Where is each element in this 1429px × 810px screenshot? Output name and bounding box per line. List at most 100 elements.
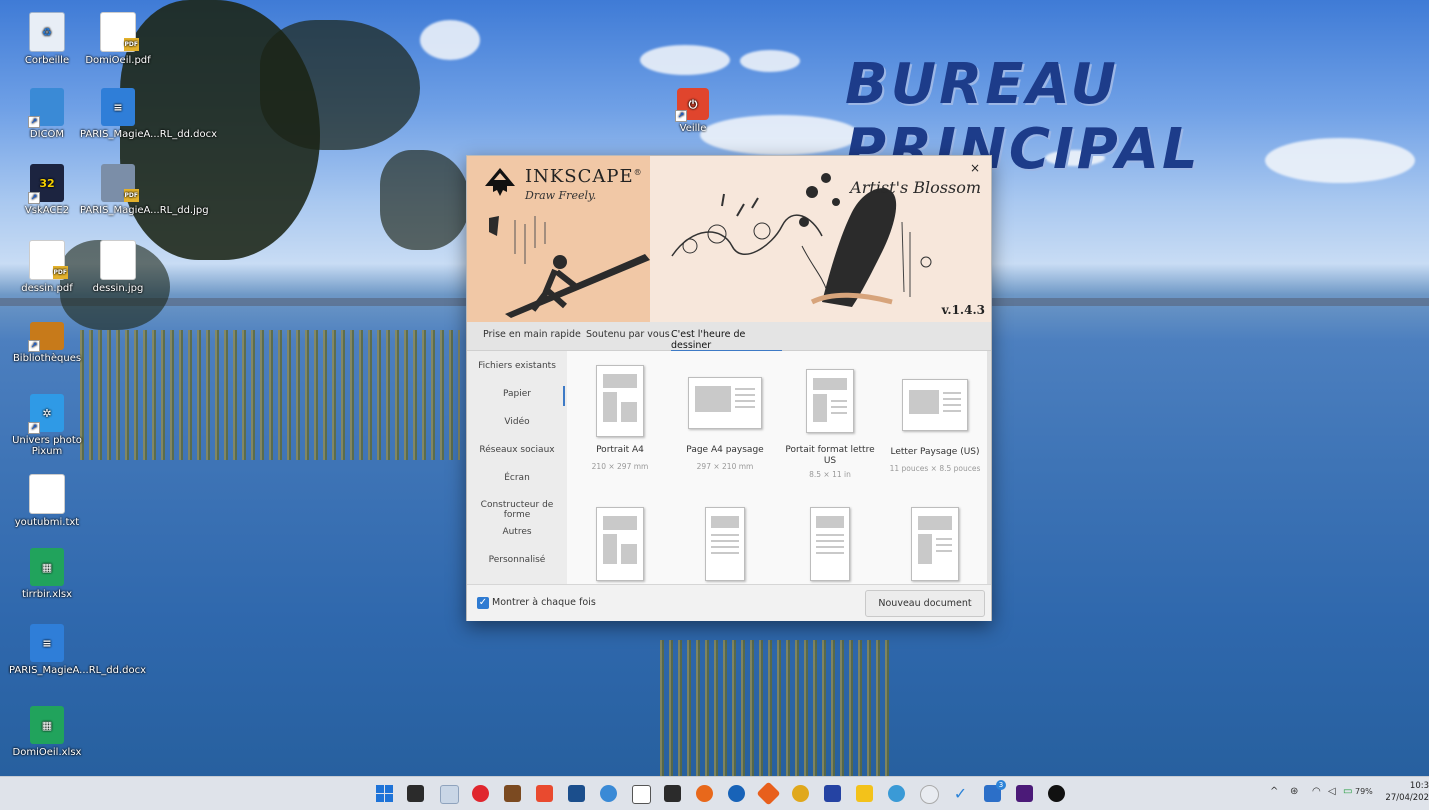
- desktop-icon-libraries[interactable]: ↗ Bibliothèques: [9, 322, 85, 364]
- category-social-media[interactable]: Réseaux sociaux: [467, 445, 567, 455]
- brand-text: INKSCAPE: [525, 166, 634, 187]
- close-button[interactable]: ×: [967, 160, 983, 176]
- desktop-icon-docx[interactable]: ≡ PARIS_MagieA...RL_dd.docx: [80, 88, 217, 140]
- app-icon[interactable]: [888, 785, 905, 802]
- template-us-letter-portrait[interactable]: Portait format lettre US 8.5 × 11 in: [778, 369, 882, 479]
- welcome-banner: INKSCAPE® Draw Freely. Artist's Blossom …: [467, 156, 991, 322]
- desktop-icon-pdf[interactable]: PDF DomiOeil.pdf: [80, 12, 156, 66]
- template-portrait-a4[interactable]: Portrait A4 210 × 297 mm: [568, 365, 672, 471]
- desktop-icon-jpg[interactable]: PDF PARIS_MagieA...RL_dd.jpg: [80, 164, 209, 216]
- category-shape-builder[interactable]: Constructeur de forme: [467, 500, 567, 520]
- app-icon[interactable]: [792, 785, 809, 802]
- excel-file-icon: ▦: [30, 706, 64, 744]
- battery-percent: 79%: [1355, 787, 1373, 796]
- desktop-icon-pixum[interactable]: ✲ ↗ Univers photo Pixum: [9, 394, 85, 457]
- desktop-icon-vskace[interactable]: 32 ↗ VskACE2: [9, 164, 85, 216]
- app-icon[interactable]: [728, 785, 745, 802]
- network-sync-icon[interactable]: ⊛: [1290, 786, 1298, 797]
- file-explorer-icon[interactable]: [856, 785, 873, 802]
- app-icon[interactable]: [536, 785, 553, 802]
- tree-foliage: [260, 20, 420, 150]
- tab-quick-start[interactable]: Prise en main rapide: [483, 329, 581, 350]
- notepad-icon[interactable]: [632, 785, 651, 804]
- app-badge-number: 32: [39, 176, 55, 190]
- template-dimensions: 11 pouces × 8.5 pouces: [889, 464, 981, 473]
- start-button[interactable]: [376, 785, 393, 802]
- template-dimensions: 210 × 297 mm: [591, 462, 649, 471]
- desktop-icon-dessin-pdf[interactable]: PDF dessin.pdf: [9, 240, 85, 294]
- desktop-icon-veille[interactable]: ⏻ ↗ Veille: [655, 88, 731, 134]
- dicom-app-icon: ↗: [28, 88, 64, 128]
- template-dimensions: 8.5 × 11 in: [809, 470, 851, 479]
- desktop-icon-label: PARIS_MagieA...RL_dd.jpg: [80, 205, 209, 216]
- task-view-icon[interactable]: [407, 785, 424, 802]
- k-app-icon[interactable]: [568, 785, 585, 802]
- page-thumbnail: [596, 365, 644, 437]
- battery-icon[interactable]: ▭: [1343, 786, 1352, 797]
- app-icon[interactable]: [1016, 785, 1033, 802]
- desktop-icon-dicom[interactable]: ↗ DICOM: [9, 88, 85, 140]
- inkscape-taskbar-icon[interactable]: [664, 785, 681, 802]
- show-hidden-icons-chevron[interactable]: ^: [1270, 786, 1278, 797]
- category-custom[interactable]: Personnalisé: [467, 555, 567, 565]
- page-thumbnail: [806, 369, 854, 433]
- taskbar: ✓ 3 ^ ⊛ ◠ ◁ ▭ 79% 10:3 27/04/202: [0, 776, 1429, 810]
- app-icon[interactable]: [824, 785, 841, 802]
- desktop-icon-txt[interactable]: youtubmi.txt: [9, 474, 85, 528]
- app-icon[interactable]: [756, 781, 781, 806]
- new-document-button[interactable]: Nouveau document: [865, 590, 985, 617]
- wifi-icon[interactable]: ◠: [1312, 786, 1321, 797]
- desktop-icon-dessin-jpg[interactable]: dessin.jpg: [80, 240, 156, 294]
- template-grid-scrollbar[interactable]: [987, 351, 991, 584]
- mail-icon[interactable]: [440, 785, 459, 804]
- category-others[interactable]: Autres: [467, 527, 567, 537]
- show-each-time-checkbox[interactable]: ✓: [477, 597, 489, 609]
- volume-icon[interactable]: ◁: [1328, 786, 1336, 797]
- dialog-footer: ✓ Montrer à chaque fois Nouveau document: [467, 584, 991, 621]
- image-file-icon: [100, 240, 136, 280]
- welcome-tabs: Prise en main rapide Soutenu par vous C'…: [467, 322, 991, 352]
- shortcut-arrow-icon: ↗: [28, 116, 40, 128]
- opera-icon[interactable]: [472, 785, 489, 802]
- artist-with-pen-illustration: [489, 216, 650, 318]
- cloud: [640, 45, 730, 75]
- taskbar-clock[interactable]: 10:3 27/04/202: [1384, 780, 1429, 804]
- desktop-icon-docx-2[interactable]: ≡ PARIS_MagieA...RL_dd.docx: [9, 624, 146, 676]
- desktop-icon-label: dessin.jpg: [92, 283, 144, 294]
- browser-icon[interactable]: [696, 785, 713, 802]
- todo-check-icon[interactable]: ✓: [952, 785, 969, 802]
- selected-category-indicator: [563, 386, 565, 406]
- clock-time: 10:3: [1409, 781, 1429, 791]
- template-a4-landscape[interactable]: Page A4 paysage 297 × 210 mm: [673, 365, 777, 471]
- app-icon[interactable]: [920, 785, 939, 804]
- template-thumbnail-row2[interactable]: [673, 507, 777, 581]
- word-doc-icon: ≡: [101, 88, 135, 126]
- category-video[interactable]: Vidéo: [467, 417, 567, 427]
- excel-file-icon: ▦: [30, 548, 64, 586]
- show-each-time-label[interactable]: Montrer à chaque fois: [492, 597, 596, 608]
- desktop-icon-xlsx[interactable]: ▦ tirrbir.xlsx: [9, 548, 85, 600]
- category-screen[interactable]: Écran: [467, 473, 567, 483]
- category-paper[interactable]: Papier: [467, 389, 567, 399]
- clock-date: 27/04/202: [1385, 793, 1429, 803]
- windows-start-icon: [376, 785, 393, 802]
- template-thumbnail-row2[interactable]: [778, 507, 882, 581]
- media-player-icon[interactable]: [1048, 785, 1065, 802]
- template-thumbnail-row2[interactable]: [883, 507, 987, 581]
- pixum-app-icon: ✲ ↗: [28, 394, 64, 434]
- brand-name: INKSCAPE®: [525, 166, 643, 187]
- tab-supported-by-you[interactable]: Soutenu par vous: [586, 329, 670, 350]
- library-app-icon[interactable]: [504, 785, 521, 802]
- remote-desktop-icon[interactable]: 3: [984, 780, 1006, 802]
- desktop-icon-label: youtubmi.txt: [14, 517, 80, 528]
- template-us-letter-landscape[interactable]: Letter Paysage (US) 11 pouces × 8.5 pouc…: [883, 365, 987, 473]
- tab-time-to-draw[interactable]: C'est l'heure de dessiner: [671, 329, 782, 352]
- desktop-icon-recycle-bin[interactable]: ♻ Corbeille: [9, 12, 85, 66]
- desktop-icon-xlsx-2[interactable]: ▦ DomiOeil.xlsx: [9, 706, 85, 758]
- app-icon[interactable]: [600, 785, 617, 802]
- page-thumbnail: [705, 507, 745, 581]
- reeds: [660, 640, 890, 776]
- category-existing-files[interactable]: Fichiers existants: [467, 361, 567, 371]
- template-thumbnail-row2[interactable]: [568, 507, 672, 581]
- cloud: [420, 20, 480, 60]
